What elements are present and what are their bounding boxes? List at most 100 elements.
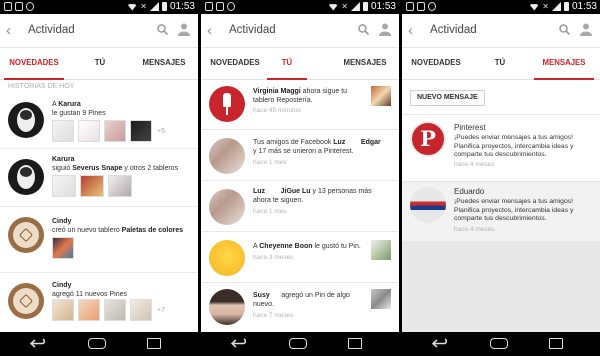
tab-tu[interactable]: TÚ	[480, 48, 520, 80]
avatar	[8, 102, 44, 138]
tab-novedades[interactable]: NOVEDADES	[4, 48, 64, 80]
nav-back-icon[interactable]	[30, 338, 48, 349]
board-thumbnails	[52, 237, 74, 259]
system-nav-bar	[0, 332, 198, 356]
profile-icon[interactable]	[379, 23, 391, 36]
timestamp: hace 45 minutos	[253, 107, 301, 114]
list-item[interactable]: A Karura le gustan 9 Pines +5	[0, 92, 198, 149]
signal-icon	[551, 2, 561, 11]
tab-bar: NOVEDADES TÚ MENSAJES	[0, 48, 198, 80]
nav-back-icon[interactable]	[432, 338, 450, 349]
signal-icon	[149, 2, 159, 11]
avatar	[8, 217, 44, 253]
page-title: Actividad	[28, 24, 75, 36]
tab-bar: NOVEDADES TÚ MENSAJES	[402, 48, 600, 80]
board-thumbnail[interactable]	[371, 86, 391, 106]
nav-back-icon[interactable]	[231, 338, 249, 349]
pinterest-notification-icon	[428, 2, 436, 11]
pin-thumbnail[interactable]	[52, 120, 74, 142]
wifi-icon	[328, 4, 339, 11]
back-arrow-icon[interactable]: ‹	[408, 23, 413, 38]
profile-icon[interactable]	[580, 23, 592, 36]
status-time: 01:53	[370, 1, 396, 12]
pin-thumbnail[interactable]	[130, 299, 152, 321]
pin-thumbnail[interactable]	[52, 299, 74, 321]
list-item[interactable]: Tus amigos de Facebook Luz Edgar y 17 más…	[201, 130, 399, 181]
pin-thumbnails: +7	[52, 299, 165, 321]
status-time: 01:53	[169, 1, 195, 12]
board-thumbnail[interactable]	[108, 175, 132, 197]
list-item[interactable]: A Cheyenne Boon le gustó tu Pin. hace 3 …	[201, 232, 399, 283]
pinterest-notification-icon	[227, 2, 235, 11]
avatar	[209, 189, 245, 225]
list-item[interactable]: Cindy agregó 11 nuevos Pines +7	[0, 273, 198, 332]
nav-home-icon[interactable]	[88, 338, 106, 349]
back-arrow-icon[interactable]: ‹	[6, 23, 11, 38]
pin-thumbnail[interactable]	[130, 120, 152, 142]
tab-novedades[interactable]: NOVEDADES	[205, 48, 265, 80]
status-time: 01:53	[571, 1, 597, 12]
tab-novedades[interactable]: NOVEDADES	[406, 48, 466, 80]
board-thumbnail[interactable]	[52, 175, 76, 197]
nav-recents-icon[interactable]	[147, 338, 161, 349]
item-text: Cindy creó un nuevo tablero Paletas de co…	[52, 218, 184, 234]
status-bar: ✕ 01:53	[0, 0, 198, 14]
empty-area	[402, 241, 600, 332]
battery-icon	[161, 2, 167, 11]
sender-name: Eduardo	[454, 187, 485, 196]
timestamp: hace 1 mes	[253, 159, 287, 166]
nav-home-icon[interactable]	[490, 338, 508, 349]
timestamp: hace 4 meses	[454, 226, 495, 233]
tab-tu[interactable]: TÚ	[80, 48, 120, 80]
section-header: HISTORIAS DE HOY	[8, 83, 75, 90]
tab-mensajes[interactable]: MENSAJES	[335, 48, 395, 80]
wifi-icon	[127, 4, 138, 11]
screen-tu: ✕ 01:53 ‹ Actividad NOVEDADES TÚ MENSAJES…	[201, 0, 399, 356]
board-thumbnails	[52, 175, 132, 197]
notification-icon	[4, 2, 12, 11]
timestamp: hace 4 meses	[454, 161, 495, 168]
new-message-bar: NUEVO MENSAJE	[402, 80, 600, 114]
signal-icon	[350, 2, 360, 11]
nav-recents-icon[interactable]	[549, 338, 563, 349]
avatar	[209, 138, 245, 174]
more-count: +5	[157, 127, 165, 135]
pin-thumbnail[interactable]	[78, 299, 100, 321]
back-arrow-icon[interactable]: ‹	[207, 23, 212, 38]
message-thread[interactable]: P Pinterest ¡Puedes enviar mensajes a tu…	[402, 114, 600, 170]
tab-mensajes[interactable]: MENSAJES	[534, 48, 594, 80]
list-item[interactable]: Susy agregó un Pin de algo nuevo. hace 7 …	[201, 283, 399, 332]
pin-thumbnail[interactable]	[104, 299, 126, 321]
screen-novedades: ✕ 01:53 ‹ Actividad NOVEDADES TÚ MENSAJES…	[0, 0, 198, 356]
item-text: Susy agregó un Pin de algo nuevo.	[253, 292, 350, 308]
board-thumbnail[interactable]	[80, 175, 104, 197]
list-item[interactable]: Virginia Maggi ahora sigue tu tablero Rep…	[201, 80, 399, 130]
timestamp: hace 3 meses	[253, 254, 294, 261]
list-item[interactable]: Karura siguió Severus Snape y otros 2 tab…	[0, 149, 198, 207]
nav-recents-icon[interactable]	[348, 338, 362, 349]
nav-home-icon[interactable]	[289, 338, 307, 349]
board-thumbnail[interactable]	[52, 237, 74, 259]
pin-thumbnails: +5	[52, 120, 165, 142]
search-icon[interactable]	[157, 24, 168, 35]
new-message-button[interactable]: NUEVO MENSAJE	[410, 90, 485, 106]
tab-mensajes[interactable]: MENSAJES	[134, 48, 194, 80]
pin-thumbnail[interactable]	[78, 120, 100, 142]
system-nav-bar	[201, 332, 399, 356]
pin-thumbnail[interactable]	[371, 289, 391, 309]
search-icon[interactable]	[559, 24, 570, 35]
search-icon[interactable]	[358, 24, 369, 35]
profile-icon[interactable]	[178, 23, 190, 36]
no-signal-icon: ✕	[542, 2, 549, 11]
pinterest-logo-icon: P	[410, 121, 446, 157]
page-title: Actividad	[430, 24, 477, 36]
list-item[interactable]: Luz JiGue Lu y 13 personas más ahora te s…	[201, 181, 399, 232]
tab-tu[interactable]: TÚ	[267, 48, 307, 80]
message-thread[interactable]: Eduardo ¡Puedes enviar mensajes a tus am…	[402, 181, 600, 241]
pin-thumbnail[interactable]	[104, 120, 126, 142]
pin-thumbnail[interactable]	[371, 240, 391, 260]
no-signal-icon: ✕	[341, 2, 348, 11]
message-preview: ¡Puedes enviar mensajes a tus amigos! Pla…	[454, 198, 574, 222]
list-item[interactable]: Cindy creó un nuevo tablero Paletas de co…	[0, 207, 198, 273]
timestamp: hace 7 meses	[253, 312, 294, 319]
